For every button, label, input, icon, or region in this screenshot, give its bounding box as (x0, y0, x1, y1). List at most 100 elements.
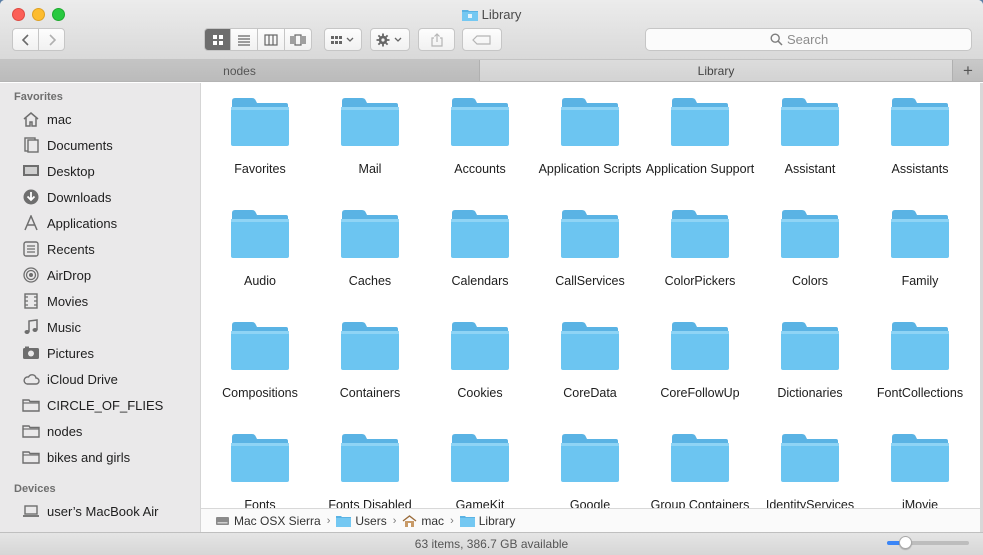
folder-item[interactable]: Mail (315, 95, 425, 207)
folder-item[interactable]: Cookies (425, 319, 535, 431)
forward-button[interactable] (38, 28, 65, 51)
sidebar-item-documents[interactable]: Documents (0, 132, 200, 158)
folder-label: Application Scripts (538, 162, 642, 176)
sidebar-item-circle-of-flies[interactable]: CIRCLE_OF_FLIES (0, 392, 200, 418)
folder-item[interactable]: Group Containers (645, 431, 755, 508)
folder-label: Assistant (784, 162, 836, 176)
icon-size-slider[interactable] (887, 536, 969, 549)
sidebar-item-pictures[interactable]: Pictures (0, 340, 200, 366)
tags-button[interactable] (462, 28, 502, 51)
toolbar: Library (0, 0, 983, 60)
arrange-button[interactable] (324, 28, 362, 51)
folder-item[interactable]: Dictionaries (755, 319, 865, 431)
folder-item[interactable]: Compositions (205, 319, 315, 431)
folder-item[interactable]: GameKit (425, 431, 535, 508)
action-button[interactable] (370, 28, 410, 51)
sidebar-item-label: Pictures (47, 345, 94, 361)
folder-item[interactable]: Google (535, 431, 645, 508)
sidebar-header-favorites: Favorites (14, 91, 63, 103)
view-mode-control (204, 28, 312, 51)
sidebar-item-applications[interactable]: Applications (0, 210, 200, 236)
folder-item[interactable]: Colors (755, 207, 865, 319)
list-view-button[interactable] (231, 28, 258, 51)
cover-flow-view-button[interactable] (285, 28, 312, 51)
folder-item[interactable]: CoreFollowUp (645, 319, 755, 431)
sidebar-item-recents[interactable]: Recents (0, 236, 200, 262)
folder-icon (451, 210, 509, 258)
sidebar-item-music[interactable]: Music (0, 314, 200, 340)
folder-item[interactable]: Fonts Disabled (315, 431, 425, 508)
path-item-disk[interactable]: Mac OSX Sierra (215, 514, 321, 528)
column-view-button[interactable] (258, 28, 285, 51)
share-button[interactable] (418, 28, 455, 51)
path-item-label: Mac OSX Sierra (234, 513, 321, 528)
search-input[interactable] (787, 32, 847, 47)
path-item-label: Library (478, 513, 516, 528)
sidebar-item-label: mac (47, 111, 72, 127)
folder-icon (891, 98, 949, 146)
folder-item[interactable]: Calendars (425, 207, 535, 319)
folder-item[interactable]: Containers (315, 319, 425, 431)
sidebar-item-macbook-air[interactable]: user’s MacBook Air (0, 498, 200, 524)
sidebar-item-movies[interactable]: Movies (0, 288, 200, 314)
sidebar-item-label: user’s MacBook Air (47, 503, 159, 519)
path-item-mac[interactable]: mac (402, 514, 444, 528)
folder-icon (451, 98, 509, 146)
folder-icon (21, 448, 41, 466)
folder-item[interactable]: Audio (205, 207, 315, 319)
folder-item[interactable]: Assistants (865, 95, 975, 207)
sidebar-item-label: Documents (47, 137, 113, 153)
folder-item[interactable]: Favorites (205, 95, 315, 207)
tab-nodes[interactable]: nodes (0, 60, 480, 81)
folder-item[interactable]: Caches (315, 207, 425, 319)
folder-icon (231, 98, 289, 146)
window-title-text: Library (481, 7, 522, 22)
sidebar-item-nodes[interactable]: nodes (0, 418, 200, 444)
icon-view-button[interactable] (204, 28, 231, 51)
disk-icon (216, 516, 229, 525)
icon-view-area[interactable]: Favorites Mail Accounts Application Scripts… (201, 83, 980, 508)
chevron-left-icon (21, 33, 29, 46)
folder-icon (891, 434, 949, 482)
new-tab-button[interactable]: + (953, 60, 983, 81)
tab-label: Library (697, 63, 735, 78)
folder-item[interactable]: ColorPickers (645, 207, 755, 319)
sidebar-item-bikes-and-girls[interactable]: bikes and girls (0, 444, 200, 470)
documents-icon (21, 136, 41, 154)
folder-label: Mail (358, 162, 382, 176)
folder-item[interactable]: Application Support (645, 95, 755, 207)
folder-label: Colors (791, 274, 829, 288)
folder-item[interactable]: Fonts (205, 431, 315, 508)
folder-label: CallServices (555, 274, 625, 288)
folder-item[interactable]: CoreData (535, 319, 645, 431)
folder-item[interactable]: FontCollections (865, 319, 975, 431)
folder-label: IdentityServices (765, 498, 855, 508)
folder-icon (459, 515, 475, 527)
folder-item[interactable]: Application Scripts (535, 95, 645, 207)
search-field[interactable] (645, 28, 972, 51)
sidebar-item-icloud-drive[interactable]: iCloud Drive (0, 366, 200, 392)
folder-label: Assistants (891, 162, 949, 176)
folder-icon (671, 98, 729, 146)
sidebar-item-desktop[interactable]: Desktop (0, 158, 200, 184)
sidebar-item-airdrop[interactable]: AirDrop (0, 262, 200, 288)
slider-knob[interactable] (899, 536, 913, 549)
sidebar-item-downloads[interactable]: Downloads (0, 184, 200, 210)
folder-item[interactable]: Family (865, 207, 975, 319)
folder-icon (781, 322, 839, 370)
folder-item[interactable]: Accounts (425, 95, 535, 207)
columns-icon (264, 33, 278, 46)
sidebar-item-label: Music (47, 319, 81, 335)
sidebar-item-label: nodes (47, 423, 83, 439)
folder-item[interactable]: IdentityServices (755, 431, 865, 508)
sidebar-header-devices: Devices (14, 483, 56, 495)
folder-item[interactable]: CallServices (535, 207, 645, 319)
path-item-users[interactable]: Users (336, 514, 387, 528)
sidebar-item-mac[interactable]: mac (0, 106, 200, 132)
tab-library[interactable]: Library (480, 60, 953, 81)
path-item-library[interactable]: Library (459, 513, 516, 528)
folder-icon (561, 210, 619, 258)
folder-item[interactable]: iMovie (865, 431, 975, 508)
folder-item[interactable]: Assistant (755, 95, 865, 207)
back-button[interactable] (12, 28, 39, 51)
